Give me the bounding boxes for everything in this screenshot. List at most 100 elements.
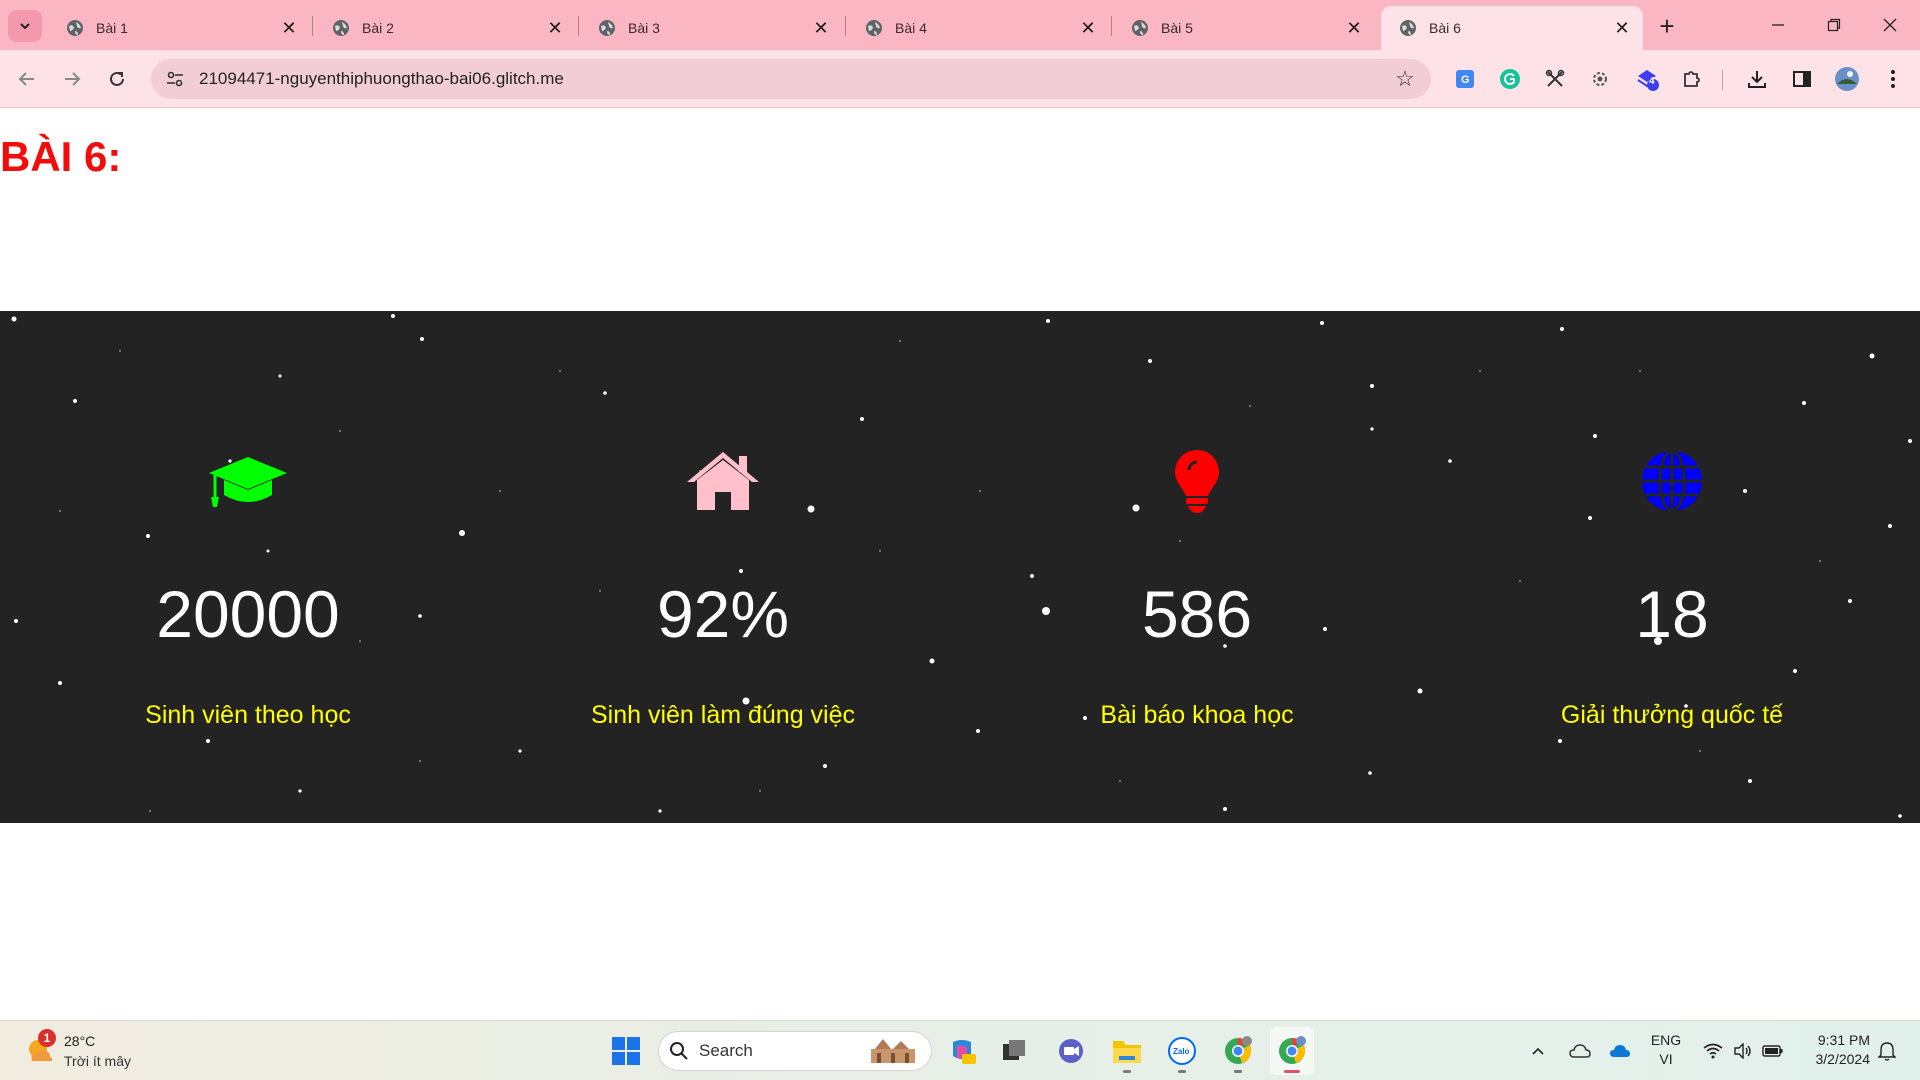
bookmark-star-icon[interactable]: ☆	[1385, 59, 1425, 99]
taskbar-teams[interactable]	[1049, 1027, 1093, 1075]
grammarly-icon[interactable]	[1497, 66, 1523, 92]
close-icon[interactable]: ✕	[278, 17, 300, 39]
tab-title: Bài 5	[1161, 20, 1193, 36]
cloud-icon	[1569, 1044, 1591, 1058]
running-indicator	[1234, 1070, 1242, 1073]
running-indicator	[1178, 1070, 1186, 1073]
running-indicator	[1284, 1070, 1300, 1073]
weather-widget[interactable]: 1 28°C Trời ít mây	[20, 1029, 180, 1073]
extension-badge-icon[interactable]: 4	[1634, 66, 1660, 92]
tab-bai-4[interactable]: Bài 4 ✕	[847, 6, 1109, 50]
volume-tray[interactable]	[1730, 1035, 1756, 1067]
lightbulb-icon	[1175, 450, 1219, 513]
tools-extension-icon[interactable]	[1542, 66, 1568, 92]
zalo-icon: Zalo	[1168, 1037, 1196, 1065]
chrome-icon	[1279, 1036, 1306, 1064]
stat-icon-wrap	[483, 441, 963, 521]
site-info-icon[interactable]	[155, 59, 195, 99]
stat-label: Sinh viên theo học	[145, 701, 351, 729]
onedrive-gray-tray[interactable]	[1567, 1035, 1593, 1067]
speaker-icon	[1734, 1043, 1751, 1059]
close-icon[interactable]: ✕	[1343, 17, 1365, 39]
stat-students: 20000 Sinh viên theo học	[8, 311, 488, 823]
url-text: 21094471-nguyenthiphuongthao-bai06.glitc…	[199, 69, 564, 88]
taskbar-zalo[interactable]: Zalo	[1160, 1027, 1204, 1075]
tab-bai-3[interactable]: Bài 3 ✕	[580, 6, 842, 50]
page-title: BÀI 6:	[0, 133, 122, 180]
home-icon	[687, 452, 759, 510]
forward-button[interactable]	[55, 62, 89, 96]
restore-button[interactable]	[1814, 8, 1854, 42]
back-button[interactable]	[10, 62, 44, 96]
globe-icon	[866, 20, 882, 36]
search-icon	[659, 1031, 699, 1071]
arrow-left-icon	[18, 72, 34, 86]
browser-toolbar: 21094471-nguyenthiphuongthao-bai06.glitc…	[0, 50, 1920, 108]
profile-avatar-icon[interactable]	[1834, 66, 1860, 92]
chevron-down-icon	[20, 23, 30, 30]
tab-title: Bài 6	[1429, 20, 1461, 36]
tab-separator	[845, 16, 846, 36]
notifications-button[interactable]	[1874, 1035, 1900, 1067]
taskbar-search[interactable]: Search	[658, 1031, 932, 1071]
show-hidden-icons-button[interactable]	[1526, 1035, 1550, 1067]
close-window-button[interactable]	[1870, 8, 1910, 42]
tab-separator	[1111, 16, 1112, 36]
stat-value: 18	[1635, 577, 1709, 651]
stat-label: Giải thưởng quốc tế	[1560, 701, 1784, 729]
address-bar[interactable]: 21094471-nguyenthiphuongthao-bai06.glitc…	[151, 59, 1431, 99]
taskbar-chrome-profile[interactable]	[1216, 1027, 1260, 1075]
tab-title: Bài 1	[96, 20, 128, 36]
wifi-tray[interactable]	[1700, 1035, 1726, 1067]
stat-awards: 18 Giải thưởng quốc tế	[1432, 311, 1912, 823]
tab-bai-5[interactable]: Bài 5 ✕	[1113, 6, 1375, 50]
taskbar-chrome-active[interactable]	[1270, 1027, 1314, 1075]
task-view-icon	[1003, 1040, 1025, 1060]
globe-icon	[599, 20, 615, 36]
chat-icon	[1059, 1039, 1083, 1063]
menu-kebab-icon[interactable]	[1880, 66, 1906, 92]
close-icon[interactable]: ✕	[544, 17, 566, 39]
tab-bai-1[interactable]: Bài 1 ✕	[48, 6, 310, 50]
close-icon[interactable]: ✕	[1611, 17, 1633, 39]
arrow-right-icon	[65, 72, 81, 86]
taskbar-task-view[interactable]	[992, 1027, 1036, 1075]
battery-tray[interactable]	[1760, 1035, 1786, 1067]
google-translate-icon[interactable]: G	[1452, 66, 1478, 92]
tab-bai-2[interactable]: Bài 2 ✕	[314, 6, 576, 50]
taskbar-file-explorer[interactable]	[1105, 1027, 1149, 1075]
stat-value: 20000	[156, 577, 340, 651]
graduation-cap-icon	[209, 457, 287, 507]
stat-label: Bài báo khoa học	[1100, 701, 1294, 729]
start-button[interactable]	[604, 1027, 648, 1075]
language-line-1: ENG	[1650, 1032, 1682, 1048]
close-icon[interactable]: ✕	[810, 17, 832, 39]
plus-icon: +	[1659, 10, 1675, 41]
taskbar-copilot[interactable]	[940, 1027, 984, 1075]
close-icon	[1883, 18, 1897, 32]
new-tab-button[interactable]: +	[1652, 10, 1682, 41]
extensions-puzzle-icon[interactable]	[1679, 66, 1705, 92]
tab-search-button[interactable]	[8, 10, 42, 42]
onedrive-blue-tray[interactable]	[1607, 1035, 1633, 1067]
side-panel-icon[interactable]	[1789, 66, 1815, 92]
language-indicator[interactable]: ENG VI	[1648, 1031, 1684, 1069]
stats-section: 20000 Sinh viên theo học 92% Sinh viên l…	[0, 311, 1920, 823]
stat-icon-wrap	[957, 441, 1437, 521]
reload-button[interactable]	[100, 62, 134, 96]
clock[interactable]: 9:31 PM 3/2/2024	[1800, 1031, 1871, 1069]
weather-temperature: 28°C	[64, 1033, 96, 1049]
minimize-icon	[1772, 24, 1784, 26]
language-line-2: VI	[1659, 1051, 1673, 1067]
minimize-button[interactable]	[1758, 8, 1798, 42]
svg-text:G: G	[1461, 74, 1470, 86]
stat-icon-wrap	[1432, 441, 1912, 521]
download-icon[interactable]	[1744, 66, 1770, 92]
folder-icon	[1113, 1041, 1141, 1063]
tab-bai-6[interactable]: Bài 6 ✕	[1381, 6, 1643, 50]
globe-icon	[67, 20, 83, 36]
stat-employment: 92% Sinh viên làm đúng việc	[483, 311, 963, 823]
stat-value: 586	[1141, 577, 1253, 651]
gear-extension-icon[interactable]	[1587, 66, 1613, 92]
close-icon[interactable]: ✕	[1077, 17, 1099, 39]
